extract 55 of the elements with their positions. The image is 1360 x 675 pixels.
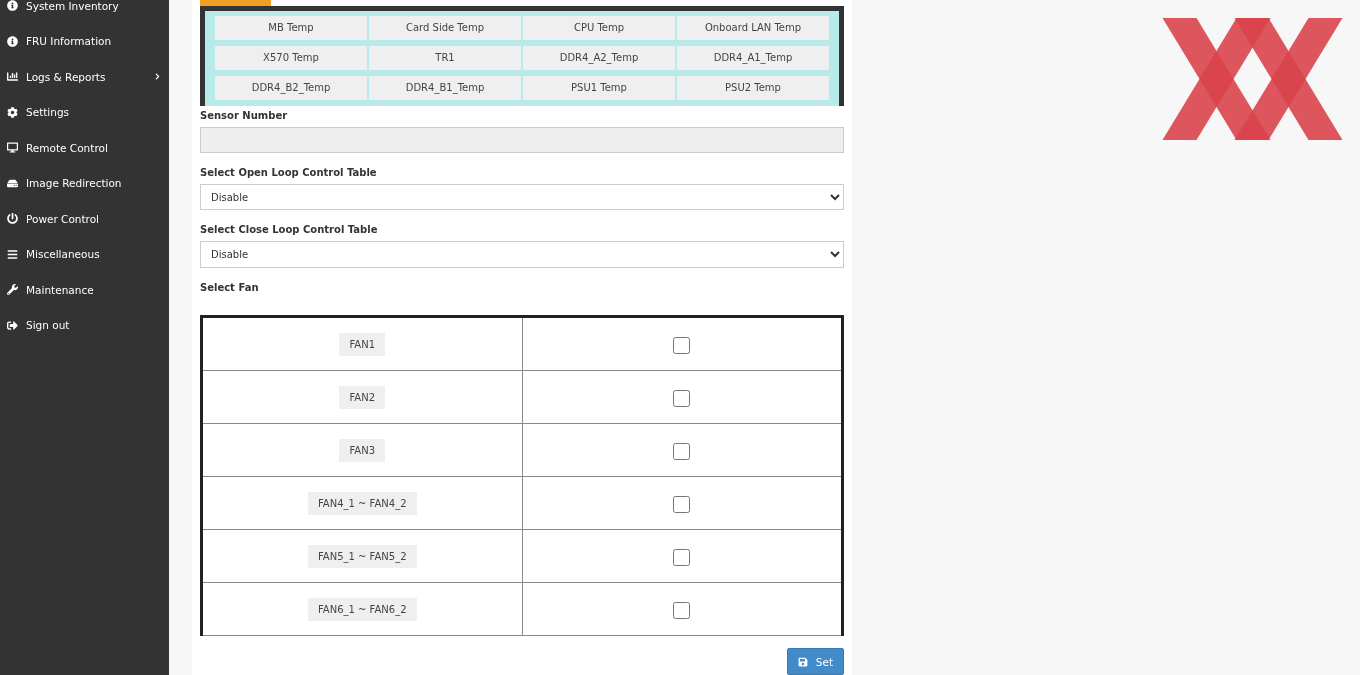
active-tab-marker xyxy=(200,0,271,6)
fan-checkbox[interactable] xyxy=(673,601,691,619)
sensor-option[interactable]: PSU1 Temp xyxy=(523,75,675,100)
sidebar-item[interactable]: Logs & Reports xyxy=(0,59,169,95)
field-label: Select Open Loop Control Table xyxy=(200,166,378,178)
sidebar-item[interactable]: Maintenance xyxy=(0,272,169,308)
sensor-option[interactable]: Onboard LAN Temp xyxy=(677,15,829,40)
sensor-option[interactable]: TR1 xyxy=(369,45,521,70)
fan-checkbox[interactable] xyxy=(673,336,691,354)
sensor-option[interactable]: CPU Temp xyxy=(523,15,675,40)
drive-icon xyxy=(7,177,18,189)
fan-checkbox[interactable] xyxy=(673,495,691,513)
fan-checkbox[interactable] xyxy=(673,442,691,460)
info-icon xyxy=(7,0,18,12)
sensor-option[interactable]: MB Temp xyxy=(215,15,367,40)
sidebar-item[interactable]: System Inventory xyxy=(0,0,169,24)
fan-checkbox[interactable] xyxy=(673,548,691,566)
save-icon xyxy=(797,656,808,667)
field-label: Sensor Number xyxy=(200,109,289,121)
field-label: Select Fan xyxy=(200,282,260,294)
fan-checkbox[interactable] xyxy=(673,389,691,407)
fan-label: FAN5_1 ~ FAN5_2 xyxy=(308,544,417,568)
chevron-icon xyxy=(154,73,161,81)
menu-icon xyxy=(7,248,18,260)
sensor-option[interactable]: DDR4_B2_Temp xyxy=(215,75,367,100)
sensor-option[interactable]: Card Side Temp xyxy=(369,15,521,40)
fan-label: FAN1 xyxy=(339,332,385,356)
sensor-option[interactable]: DDR4_A1_Temp xyxy=(677,45,829,70)
sidebar-item[interactable]: Power Control xyxy=(0,201,169,237)
fan-label: FAN4_1 ~ FAN4_2 xyxy=(308,491,417,515)
fan-label: FAN3 xyxy=(339,438,385,462)
sensor-option[interactable]: PSU2 Temp xyxy=(677,75,829,100)
sensor-option[interactable]: X570 Temp xyxy=(215,45,367,70)
settings-icon xyxy=(7,106,18,118)
sign-out-icon xyxy=(7,319,18,331)
sidebar-item[interactable]: Settings xyxy=(0,94,169,130)
power-icon xyxy=(7,213,18,225)
sidebar-item[interactable]: FRU Information xyxy=(0,23,169,59)
sensor-number-field[interactable] xyxy=(200,126,844,153)
field-label: Select Close Loop Control Table xyxy=(200,224,379,236)
sidebar-item[interactable]: Image Redirection xyxy=(0,165,169,201)
fan-label: FAN6_1 ~ FAN6_2 xyxy=(308,597,417,621)
close-loop-select[interactable]: Disable xyxy=(200,241,844,269)
set-button[interactable]: Set xyxy=(786,648,844,675)
bar-chart-icon xyxy=(7,71,18,83)
fan-label: FAN2 xyxy=(339,385,385,409)
sidebar-item[interactable]: Miscellaneous xyxy=(0,236,169,272)
monitor-icon xyxy=(7,142,18,154)
sidebar-item[interactable]: Remote Control xyxy=(0,130,169,166)
info-icon xyxy=(7,35,18,47)
sensor-option[interactable]: DDR4_A2_Temp xyxy=(523,45,675,70)
sidebar-item[interactable]: Sign out xyxy=(0,307,169,343)
sensor-option[interactable]: DDR4_B1_Temp xyxy=(369,75,521,100)
open-loop-select[interactable]: Disable xyxy=(200,183,844,211)
wrench-icon xyxy=(7,284,18,296)
